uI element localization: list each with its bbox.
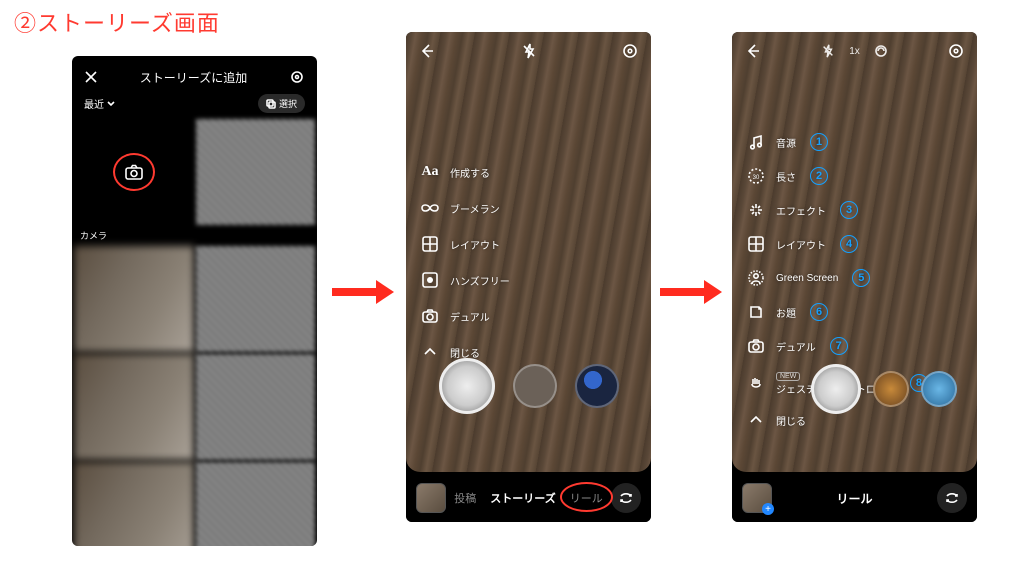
record-circle-icon (420, 270, 440, 290)
tool-dual[interactable]: デュアル 7 (746, 336, 928, 356)
badge-4: 4 (840, 235, 858, 253)
media-thumb[interactable] (196, 246, 316, 352)
effect-preview-1[interactable] (873, 371, 909, 407)
tool-length[interactable]: 30 長さ 2 (746, 166, 928, 186)
flash-icon[interactable] (819, 42, 837, 60)
badge-6: 6 (810, 303, 828, 321)
tool-handsfree[interactable]: ハンズフリー (420, 270, 510, 290)
music-icon (746, 132, 766, 152)
annotation-circle (560, 482, 613, 512)
shutter-button[interactable] (439, 358, 495, 414)
tool-greenscreen[interactable]: Green Screen 5 (746, 268, 928, 288)
media-thumb[interactable] (74, 246, 194, 352)
effect-preview-1[interactable] (513, 364, 557, 408)
camera-icon (746, 336, 766, 356)
tool-audio[interactable]: 音源 1 (746, 132, 928, 152)
sparkle-icon (746, 200, 766, 220)
bottom-bar: 投稿 ストーリーズ リール (406, 474, 651, 522)
badge-5: 5 (852, 269, 870, 287)
tool-layout[interactable]: レイアウト 4 (746, 234, 928, 254)
timer-30-icon: 30 (746, 166, 766, 186)
media-thumb[interactable] (196, 119, 316, 225)
camera-section-label: カメラ (74, 227, 315, 244)
badge-1: 1 (810, 133, 828, 151)
tab-post[interactable]: 投稿 (454, 490, 476, 506)
badge-7: 7 (830, 337, 848, 355)
tab-stories[interactable]: ストーリーズ (490, 490, 555, 506)
gallery-button[interactable]: + (742, 483, 772, 513)
mode-label-reel: リール (780, 490, 929, 507)
badge-3: 3 (840, 201, 858, 219)
tab-reel[interactable]: リール (570, 490, 603, 506)
phone-stories-camera: Aa 作成する ブーメラン レイアウト ハンズフリー (406, 32, 651, 522)
tool-effect[interactable]: エフェクト 3 (746, 200, 928, 220)
shutter-button[interactable] (811, 364, 861, 414)
settings-icon[interactable] (621, 42, 639, 60)
person-icon (746, 268, 766, 288)
arrow-right-icon (660, 280, 722, 304)
flash-icon[interactable] (520, 42, 538, 60)
tool-create[interactable]: Aa 作成する (420, 162, 510, 182)
camera-swap-button[interactable] (937, 483, 967, 513)
media-thumb[interactable] (196, 354, 316, 460)
arrow-right-icon (332, 280, 394, 304)
plus-icon: + (762, 503, 774, 515)
camera-tools: Aa 作成する ブーメラン レイアウト ハンズフリー (420, 162, 510, 362)
back-icon[interactable] (744, 42, 762, 60)
sticker-icon (746, 302, 766, 322)
effect-preview-2[interactable] (921, 371, 957, 407)
camera-viewfinder: 1x 音源 1 30 長さ 2 (732, 32, 977, 472)
text-aa-icon: Aa (420, 162, 440, 182)
tool-dual[interactable]: デュアル (420, 306, 510, 326)
layout-grid-icon (420, 234, 440, 254)
bottom-bar: + リール (732, 474, 977, 522)
infinity-icon (420, 198, 440, 218)
camera-viewfinder: Aa 作成する ブーメラン レイアウト ハンズフリー (406, 32, 651, 472)
tool-layout[interactable]: レイアウト (420, 234, 510, 254)
media-thumb[interactable] (196, 462, 316, 546)
phone-reels-camera: 1x 音源 1 30 長さ 2 (732, 32, 977, 522)
settings-icon[interactable] (947, 42, 965, 60)
select-button[interactable]: 選択 (258, 94, 305, 113)
back-icon[interactable] (418, 42, 436, 60)
camera-swap-button[interactable] (611, 483, 641, 513)
page-title: ②ストーリーズ画面 (14, 6, 220, 38)
media-grid: カメラ (72, 119, 317, 546)
gallery-button[interactable] (416, 483, 446, 513)
settings-icon[interactable] (289, 69, 305, 85)
media-thumb[interactable] (74, 462, 194, 546)
svg-text:30: 30 (753, 175, 760, 181)
phone-stories-gallery: ストーリーズに追加 最近 選択 カメラ (72, 56, 317, 546)
annotation-circle (113, 153, 155, 191)
camera-tile[interactable] (74, 119, 194, 225)
close-icon[interactable] (84, 70, 98, 84)
filter-icon[interactable] (872, 42, 890, 60)
media-thumb[interactable] (74, 354, 194, 460)
camera-icon (420, 306, 440, 326)
recent-dropdown[interactable]: 最近 (84, 96, 115, 111)
shutter-row (406, 358, 651, 414)
effect-preview-2[interactable] (575, 364, 619, 408)
header-title: ストーリーズに追加 (140, 69, 247, 86)
tool-topic[interactable]: お題 6 (746, 302, 928, 322)
tool-boomerang[interactable]: ブーメラン (420, 198, 510, 218)
shutter-row (732, 364, 977, 414)
layout-grid-icon (746, 234, 766, 254)
zoom-indicator[interactable]: 1x (849, 46, 860, 57)
badge-2: 2 (810, 167, 828, 185)
